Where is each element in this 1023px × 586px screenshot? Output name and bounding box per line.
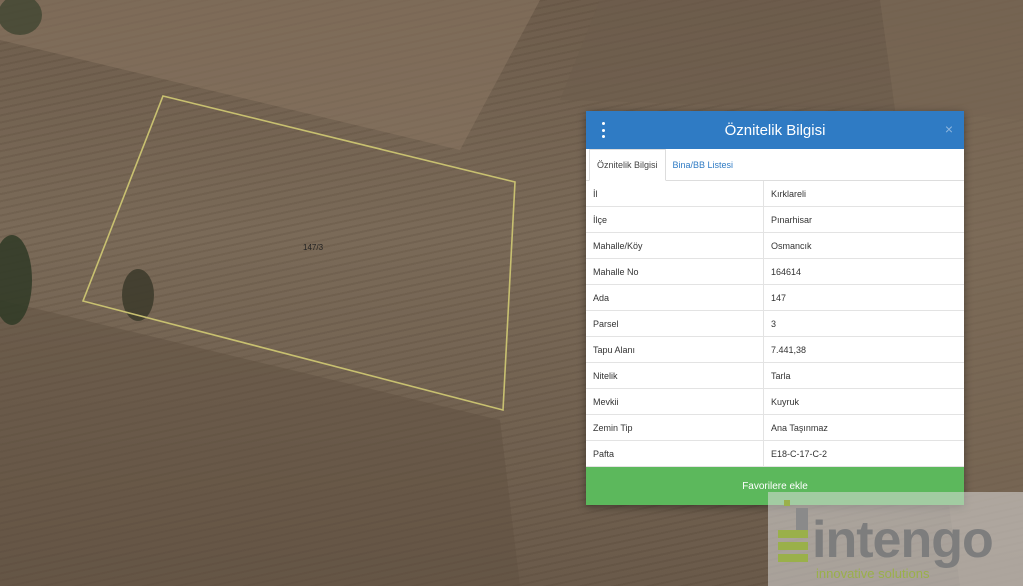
attribute-key: Ada — [586, 284, 764, 311]
attribute-key: Zemin Tip — [586, 414, 764, 441]
table-row: Pafta E18-C-17-C-2 — [586, 440, 964, 467]
attribute-value: Kırklareli — [763, 181, 964, 207]
intengo-logo: intengo innovative solutions — [768, 492, 1023, 586]
attribute-key: Pafta — [586, 440, 764, 467]
field-patch — [0, 0, 540, 150]
attribute-key: Parsel — [586, 310, 764, 337]
table-row: Mahalle/Köy Osmancık — [586, 232, 964, 259]
attribute-value: Pınarhisar — [763, 206, 964, 233]
attribute-value: 7.441,38 — [763, 336, 964, 363]
attribute-table: İl Kırklareli İlçe Pınarhisar Mahalle/Köy Osm… — [586, 181, 964, 467]
attribute-key: Tapu Alanı — [586, 336, 764, 363]
logo-mark-icon — [778, 500, 808, 562]
table-row: Mevkii Kuyruk — [586, 388, 964, 415]
attribute-key: İlçe — [586, 206, 764, 233]
panel-title: Öznitelik Bilgisi — [724, 121, 826, 139]
tab-bar: Öznitelik Bilgisi Bina/BB Listesi — [586, 149, 964, 181]
attribute-value: Tarla — [763, 362, 964, 389]
tab-attribute-info[interactable]: Öznitelik Bilgisi — [589, 149, 666, 181]
tab-building-list[interactable]: Bina/BB Listesi — [666, 150, 741, 180]
table-row: Nitelik Tarla — [586, 362, 964, 389]
vertical-dots-menu-icon[interactable] — [600, 122, 606, 138]
attribute-value: 147 — [763, 284, 964, 311]
table-row: Zemin Tip Ana Taşınmaz — [586, 414, 964, 441]
panel-header: Öznitelik Bilgisi × — [586, 111, 964, 149]
tree-cluster — [122, 269, 154, 321]
attribute-value: 164614 — [763, 258, 964, 285]
attribute-key: Mahalle/Köy — [586, 232, 764, 259]
attribute-key: Nitelik — [586, 362, 764, 389]
logo-text: intengo — [812, 511, 994, 569]
table-row: Parsel 3 — [586, 310, 964, 337]
field-patch — [0, 300, 520, 586]
table-row: İlçe Pınarhisar — [586, 206, 964, 233]
table-row: Ada 147 — [586, 284, 964, 311]
attribute-key: Mahalle No — [586, 258, 764, 285]
table-row: Tapu Alanı 7.441,38 — [586, 336, 964, 363]
attribute-panel: Öznitelik Bilgisi × Öznitelik Bilgisi Bi… — [586, 111, 964, 505]
attribute-value: 3 — [763, 310, 964, 337]
table-row: İl Kırklareli — [586, 181, 964, 207]
attribute-value: Kuyruk — [763, 388, 964, 415]
attribute-key: İl — [586, 181, 764, 207]
attribute-value: E18-C-17-C-2 — [763, 440, 964, 467]
parcel-label: 147/3 — [303, 243, 324, 252]
logo-tagline: innovative solutions — [816, 566, 930, 581]
attribute-value: Osmancık — [763, 232, 964, 259]
close-icon[interactable]: × — [945, 121, 953, 137]
attribute-value: Ana Taşınmaz — [763, 414, 964, 441]
attribute-key: Mevkii — [586, 388, 764, 415]
table-row: Mahalle No 164614 — [586, 258, 964, 285]
